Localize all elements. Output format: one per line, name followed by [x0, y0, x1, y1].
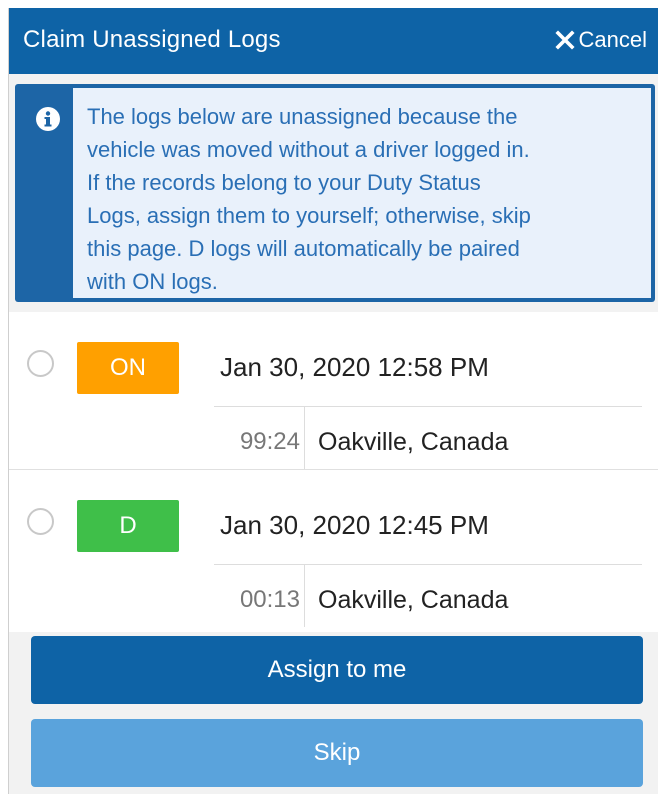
row-divider-vertical — [304, 407, 305, 469]
log-radio[interactable] — [27, 350, 54, 377]
log-location: Oakville, Canada — [318, 428, 509, 456]
skip-button[interactable]: Skip — [31, 719, 643, 787]
log-duration: 99:24 — [239, 428, 300, 455]
status-badge: D — [77, 500, 179, 552]
log-row-on[interactable]: ON Jan 30, 2020 12:58 PM 99:24 Oakville,… — [9, 312, 658, 470]
row-divider-horizontal — [214, 406, 642, 407]
log-list: ON Jan 30, 2020 12:58 PM 99:24 Oakville,… — [9, 312, 658, 632]
close-icon — [554, 30, 575, 50]
row-divider-horizontal — [214, 564, 642, 565]
info-icon — [35, 106, 61, 132]
log-datetime: Jan 30, 2020 12:58 PM — [220, 352, 489, 382]
cancel-label: Cancel — [578, 27, 647, 52]
assign-to-me-button[interactable]: Assign to me — [31, 636, 643, 704]
log-duration: 00:13 — [239, 586, 300, 613]
cancel-button[interactable]: Cancel — [554, 27, 647, 53]
status-badge: ON — [77, 342, 179, 394]
log-row-d[interactable]: D Jan 30, 2020 12:45 PM 00:13 Oakville, … — [9, 470, 658, 628]
notice-line: vehicle was moved without a driver logge… — [87, 137, 530, 162]
notice-line: Logs, assign them to yourself; otherwise… — [87, 203, 531, 228]
row-divider-vertical — [304, 565, 305, 627]
log-radio[interactable] — [27, 508, 54, 535]
notice-line: this page. D logs will automatically be … — [87, 236, 520, 261]
notice-line: with ON logs. — [87, 269, 218, 294]
log-datetime: Jan 30, 2020 12:45 PM — [220, 510, 489, 540]
notice-line: The logs below are unassigned because th… — [87, 104, 518, 129]
header-bar: Claim Unassigned Logs Cancel — [9, 8, 658, 74]
claim-logs-panel: Claim Unassigned Logs Cancel The logs be… — [8, 8, 658, 794]
log-location: Oakville, Canada — [318, 586, 509, 614]
info-notice: The logs below are unassigned because th… — [15, 84, 655, 302]
page-title: Claim Unassigned Logs — [23, 26, 281, 53]
notice-line: If the records belong to your Duty Statu… — [87, 170, 481, 195]
notice-text: The logs below are unassigned because th… — [73, 88, 651, 298]
